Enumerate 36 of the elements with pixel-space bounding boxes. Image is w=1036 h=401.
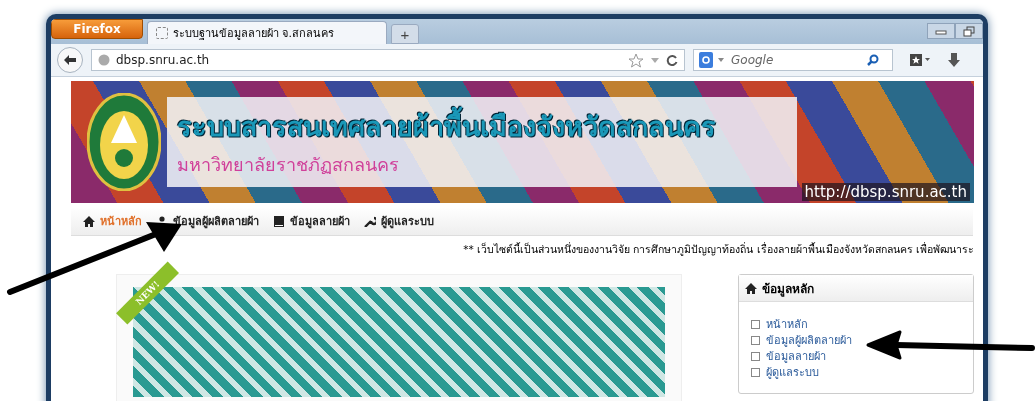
arrow-box-icon	[751, 367, 760, 377]
sidebar-link[interactable]: ข้อมูลลายผ้า	[766, 347, 826, 365]
banner-subtitle: มหาวิทยาลัยราชภัฏสกลนคร	[177, 153, 400, 177]
address-bar[interactable]: dbsp.snru.ac.th	[91, 49, 685, 71]
sidebar-link[interactable]: ข้อมูลผู้ผลิตลายผ้า	[766, 331, 852, 349]
minimize-icon	[935, 27, 947, 35]
search-icon[interactable]	[867, 54, 879, 66]
banner-url: http://dbsp.snru.ac.th	[801, 183, 970, 201]
download-icon[interactable]	[947, 52, 961, 68]
restore-icon	[963, 25, 975, 37]
reload-icon[interactable]	[666, 54, 678, 66]
sidebar-link[interactable]: หน้าหลัก	[766, 315, 808, 333]
banner-title: ระบบสารสนเทศลายผ้าพื้นเมืองจังหวัดสกลนคร	[177, 105, 787, 148]
arrow-box-icon	[751, 351, 760, 361]
back-button[interactable]	[57, 47, 83, 73]
star-icon[interactable]	[628, 52, 644, 68]
scrolling-notice: ** เว็บไซต์นี้เป็นส่วนหนึ่งของงานวิจัย การศึกษาภูมิปัญญาท้องถิ่น เรื่องลายผ้าพื้นเมืองจังหวัดสกลนคร เพื่อพัฒนาระ	[462, 241, 974, 258]
restore-button[interactable]	[955, 23, 983, 39]
arrow-box-icon	[751, 335, 760, 345]
sidebar-title: ข้อมูลหลัก	[762, 280, 814, 298]
browser-tab[interactable]: ระบบฐานข้อมูลลายผ้า จ.สกลนคร	[147, 21, 387, 44]
address-text: dbsp.snru.ac.th	[116, 53, 210, 67]
page-icon	[156, 27, 168, 39]
new-tab-button[interactable]: +	[391, 24, 419, 44]
sidebar-link[interactable]: ผู้ดูแลระบบ	[766, 363, 819, 381]
back-arrow-icon	[63, 54, 77, 66]
arrow-box-icon	[751, 319, 760, 329]
nav-link[interactable]: ข้อมูลลายผ้า	[273, 212, 350, 230]
university-seal-icon	[87, 93, 161, 191]
book-icon	[273, 215, 285, 227]
search-bar[interactable]: Google	[693, 49, 893, 71]
dropdown-icon[interactable]	[717, 57, 725, 63]
bookmarks-icon[interactable]	[909, 53, 931, 67]
home-icon	[83, 215, 95, 227]
home-icon	[745, 282, 757, 294]
nav-link[interactable]: ผู้ดูแลระบบ	[364, 212, 434, 230]
